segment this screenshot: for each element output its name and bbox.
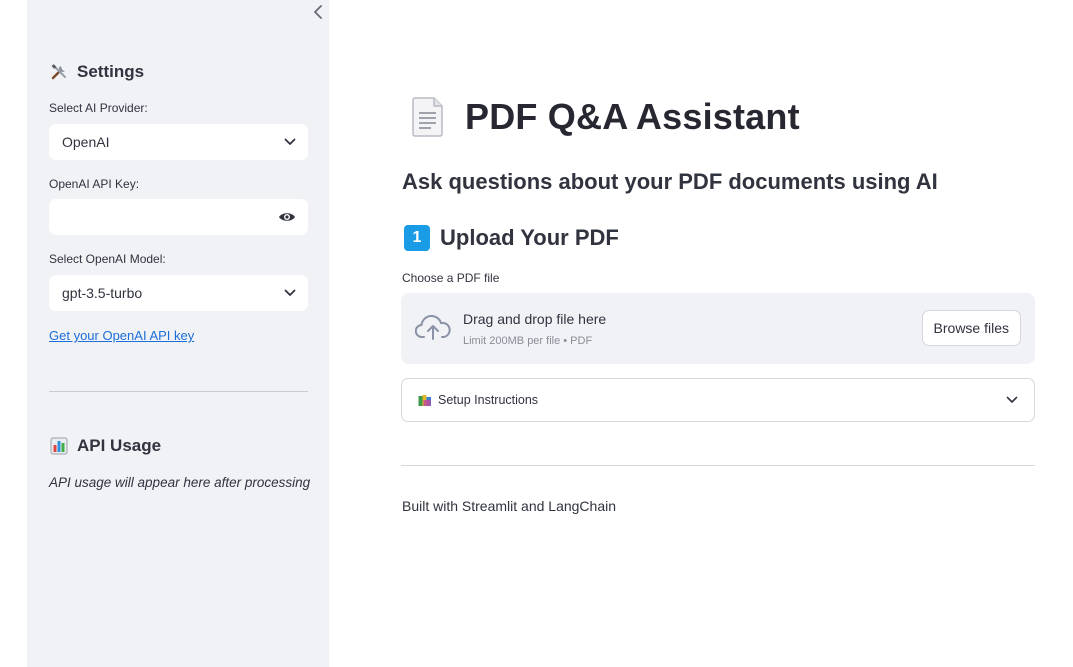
sidebar: Settings Select AI Provider: OpenAI Open… — [27, 0, 329, 667]
eye-icon[interactable] — [278, 211, 296, 223]
setup-instructions-expander[interactable]: Setup Instructions — [401, 378, 1035, 422]
document-icon — [412, 97, 443, 137]
provider-select[interactable]: OpenAI — [49, 124, 308, 160]
left-gutter — [0, 0, 27, 667]
upload-heading: 1 Upload Your PDF — [404, 225, 619, 251]
books-icon — [418, 394, 431, 406]
api-key-label: OpenAI API Key: — [49, 177, 140, 191]
chevron-down-icon — [284, 138, 296, 145]
provider-select-value: OpenAI — [62, 134, 110, 150]
api-key-input[interactable] — [62, 209, 262, 225]
main-divider — [401, 465, 1035, 466]
chevron-down-icon — [1006, 396, 1018, 403]
cloud-upload-icon — [415, 314, 451, 340]
model-select-value: gpt-3.5-turbo — [62, 285, 143, 301]
api-usage-title: API Usage — [77, 436, 162, 455]
model-label: Select OpenAI Model: — [49, 252, 166, 266]
page-subtitle: Ask questions about your PDF documents u… — [402, 169, 938, 194]
provider-label: Select AI Provider: — [49, 101, 148, 115]
tools-icon — [49, 62, 69, 82]
page-title: PDF Q&A Assistant — [409, 96, 800, 138]
api-key-link[interactable]: Get your OpenAI API key — [49, 328, 194, 343]
api-usage-text: API usage will appear here after process… — [49, 475, 311, 490]
browse-files-button[interactable]: Browse files — [921, 310, 1021, 346]
collapse-sidebar-button[interactable] — [308, 3, 328, 21]
api-usage-heading: API Usage — [49, 436, 161, 456]
expander-label: Setup Instructions — [438, 393, 539, 407]
number-one-badge-icon: 1 — [404, 225, 430, 251]
dropzone-limit-text: Limit 200MB per file • PDF — [463, 335, 593, 347]
page-title-text: PDF Q&A Assistant — [465, 96, 800, 137]
dropzone-title: Drag and drop file here — [463, 311, 607, 327]
settings-heading: Settings — [49, 62, 144, 82]
file-uploader-label: Choose a PDF file — [402, 271, 500, 285]
chevron-down-icon — [284, 289, 296, 296]
upload-heading-text: Upload Your PDF — [440, 225, 619, 250]
footer-text: Built with Streamlit and LangChain — [402, 498, 617, 514]
settings-title: Settings — [77, 62, 145, 81]
chevron-left-icon — [314, 5, 322, 19]
bar-chart-icon — [49, 436, 69, 456]
api-key-field[interactable] — [49, 199, 308, 235]
file-dropzone[interactable]: Drag and drop file here Limit 200MB per … — [401, 293, 1035, 364]
sidebar-divider — [49, 391, 308, 392]
model-select[interactable]: gpt-3.5-turbo — [49, 275, 308, 311]
